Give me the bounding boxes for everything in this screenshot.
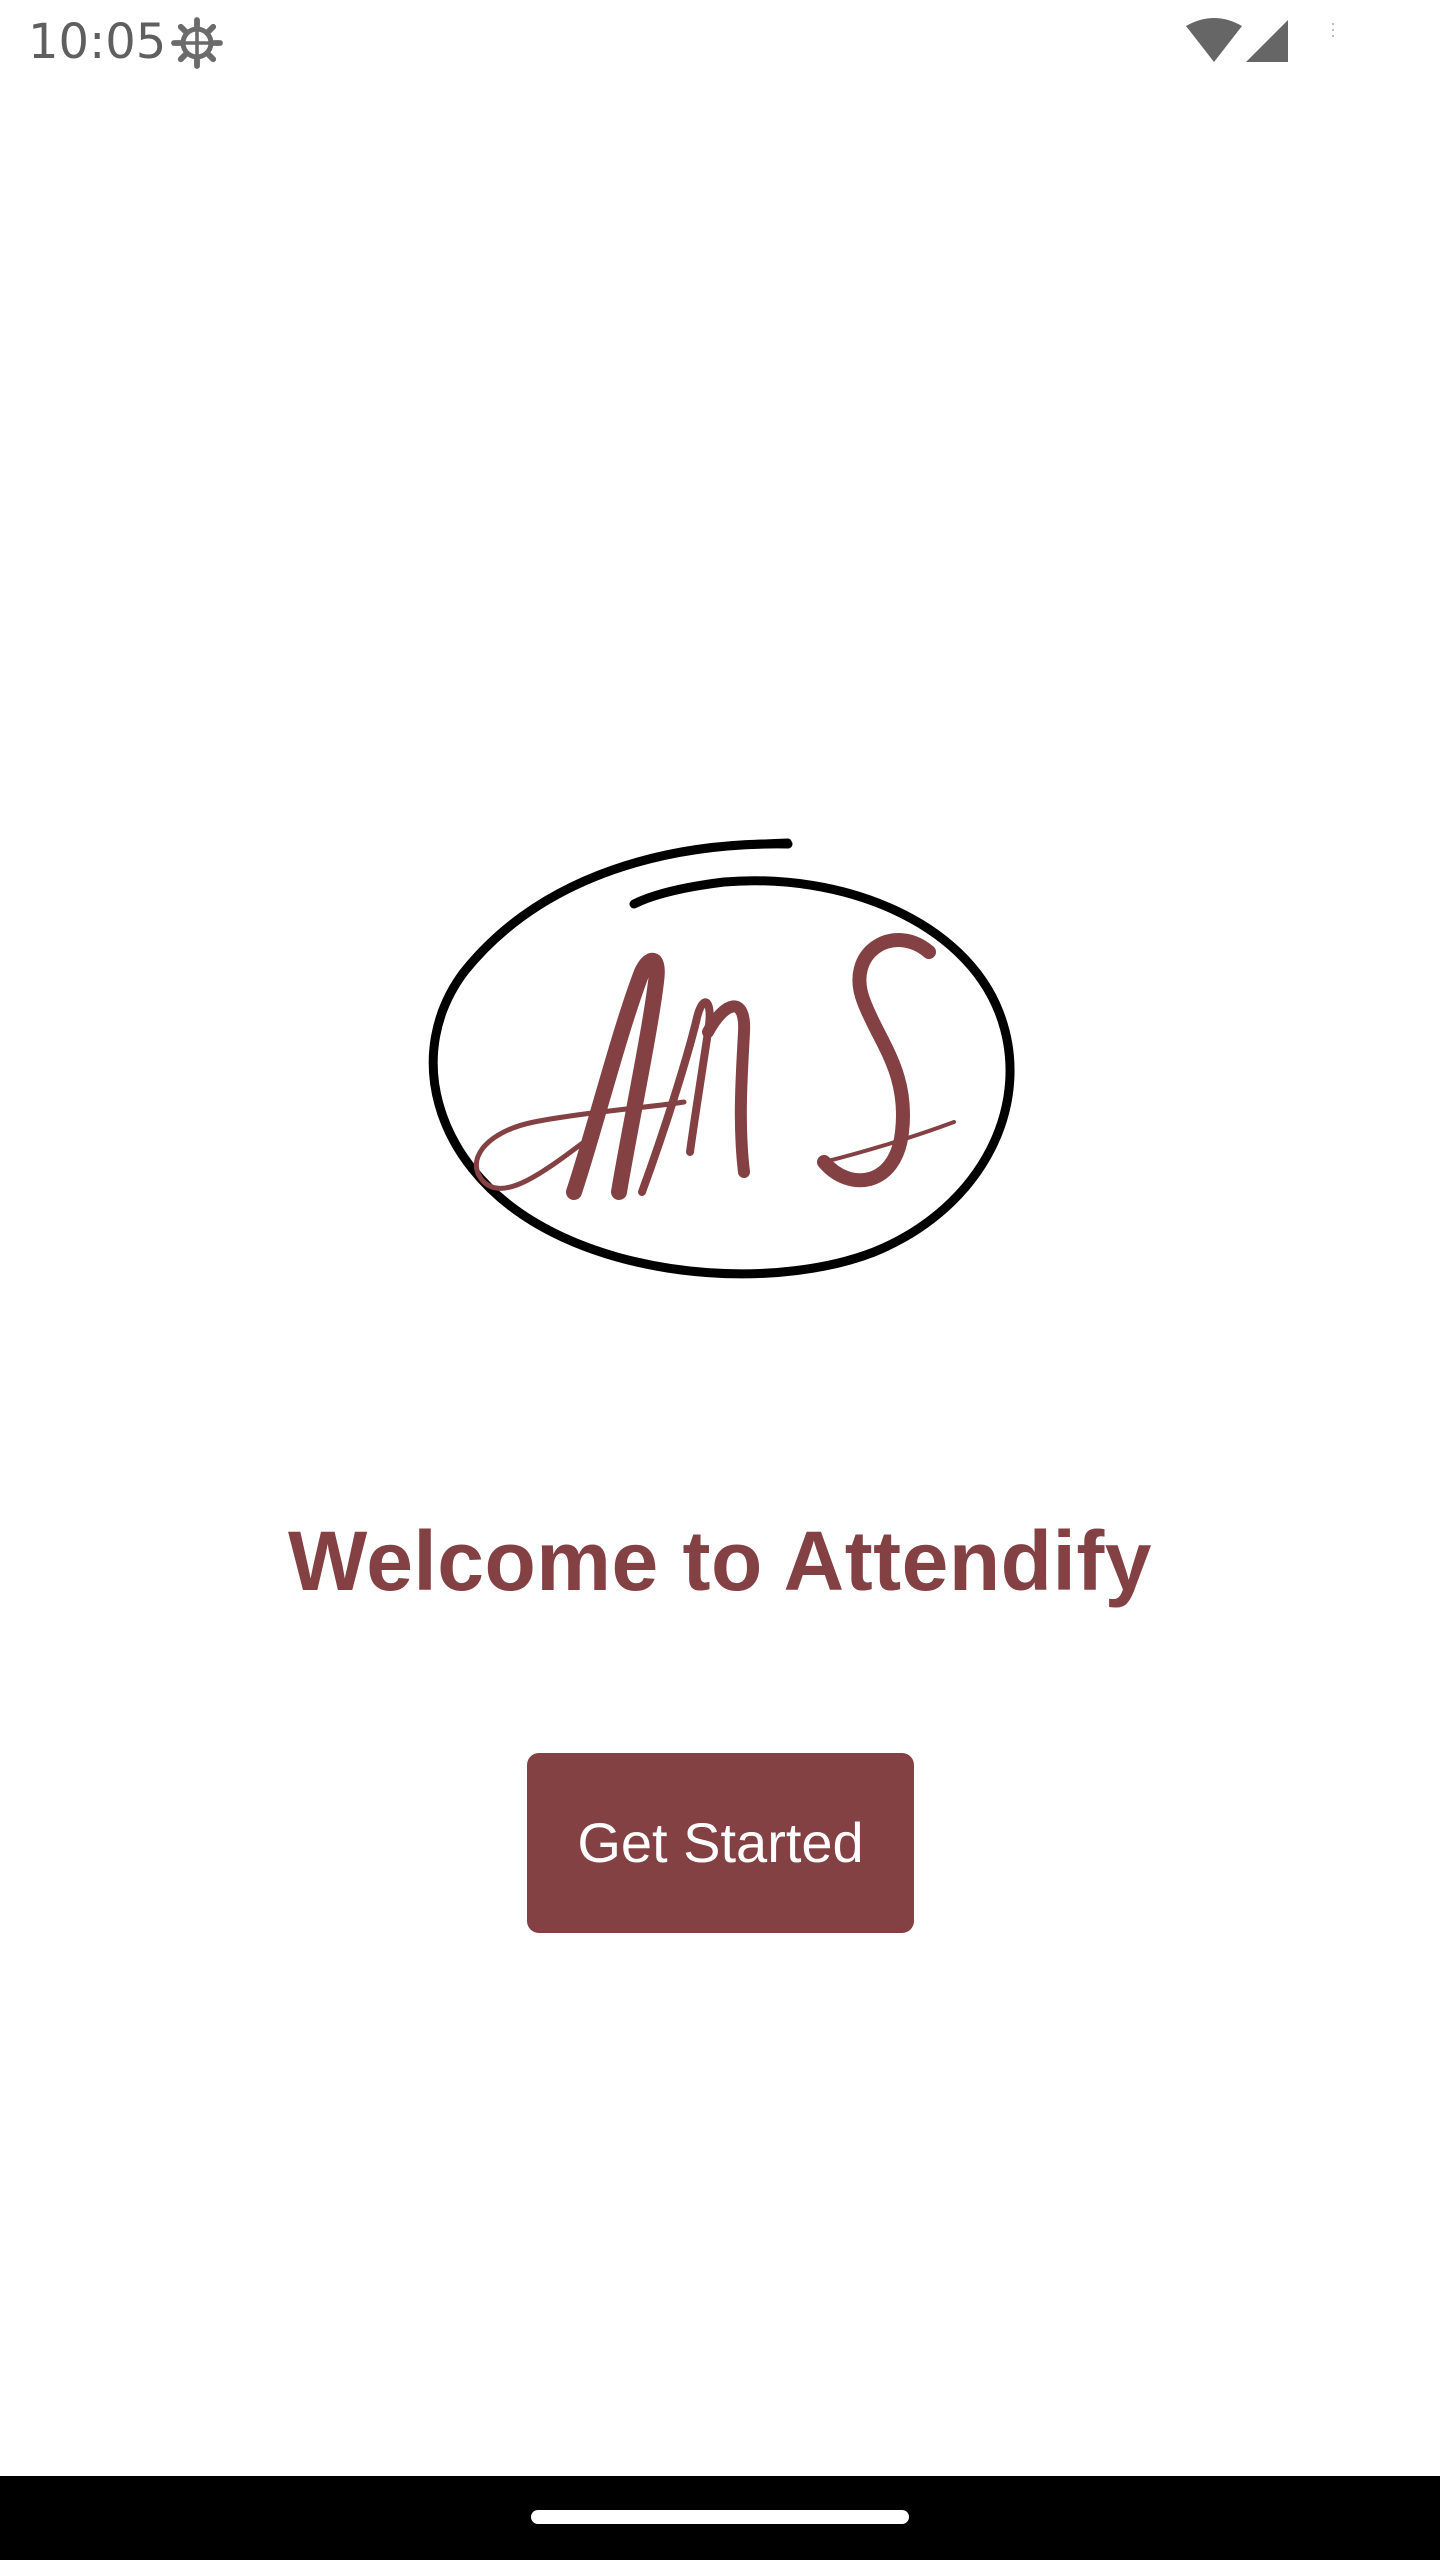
wifi-icon [1186,18,1242,62]
home-handle[interactable] [531,2510,909,2524]
status-bar: 10:05 [0,0,1440,84]
more-dots-icon [1332,23,1334,37]
ams-logo [428,838,1015,1279]
gear-icon [171,17,223,69]
signal-icon [1246,20,1288,62]
get-started-button[interactable]: Get Started [527,1753,914,1933]
status-time: 10:05 [28,14,167,70]
welcome-title: Welcome to Attendify [287,1514,1153,1608]
